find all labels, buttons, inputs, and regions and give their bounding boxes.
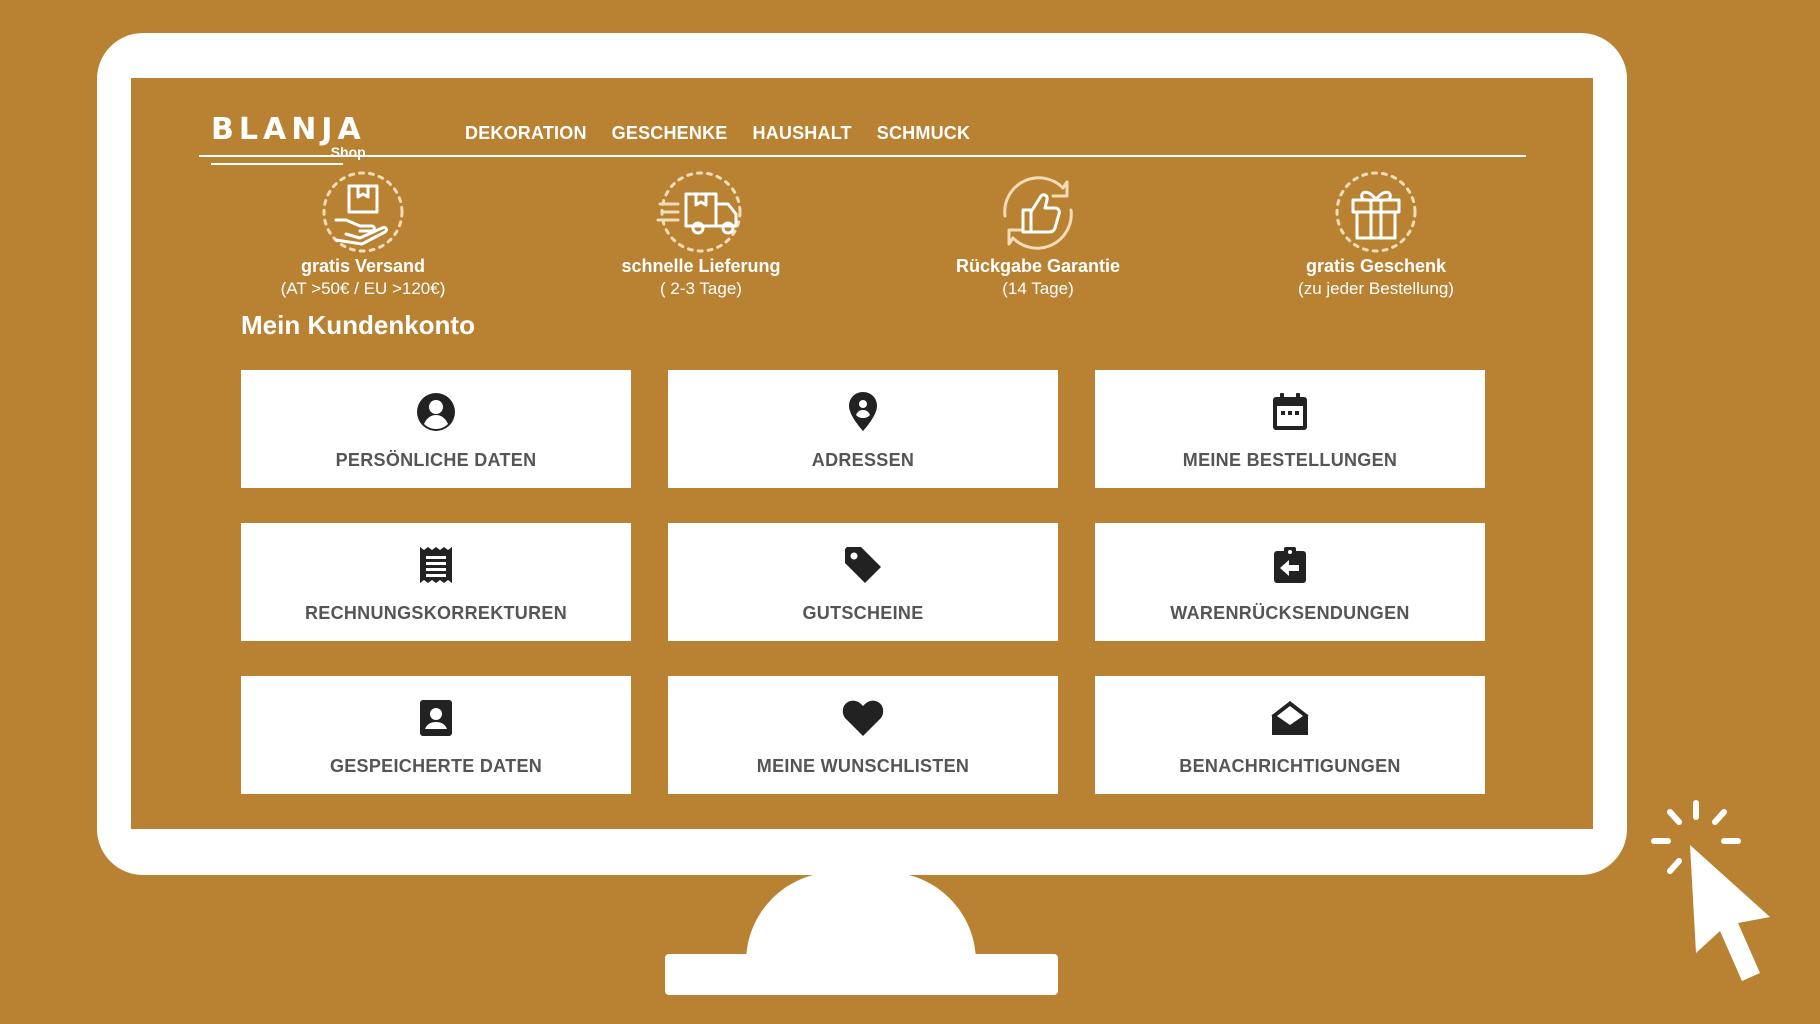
delivery-truck-icon [656,171,742,253]
feature-title: Rückgabe Garantie [955,256,1121,276]
gift-icon [1335,171,1417,253]
tag-icon [845,547,881,583]
card-label: GUTSCHEINE [802,603,924,623]
card-label: MEINE BESTELLUNGEN [1182,450,1398,470]
hand-package-icon [322,171,404,253]
card-saved-data[interactable]: GESPEICHERTE DATEN [241,676,631,794]
feature-subtitle: (AT >50€ / EU >120€) [280,279,446,298]
nav-item-schmuck[interactable]: SCHMUCK [877,123,970,144]
feature-subtitle: ( 2-3 Tage) [660,279,742,298]
card-label: RECHNUNGSKORREKTUREN [304,603,567,623]
feature-fast-delivery: schnelle Lieferung ( 2-3 Tage) [551,170,851,299]
contact-card-icon [420,700,452,736]
card-label: PERSÖNLICHE DATEN [335,450,537,470]
card-my-orders[interactable]: MEINE BESTELLUNGEN [1095,370,1485,488]
feature-title: gratis Versand [300,256,426,276]
main-nav: DEKORATION GESCHENKE HAUSHALT SCHMUCK [465,123,970,144]
card-personal-data[interactable]: PERSÖNLICHE DATEN [241,370,631,488]
feature-return-guarantee: Rückgabe Garantie (14 Tage) [888,170,1188,299]
card-label: BENACHRICHTIGUNGEN [1179,756,1401,776]
nav-item-dekoration[interactable]: DEKORATION [465,123,587,144]
monitor-stand [746,872,976,962]
heart-icon [842,700,884,736]
card-wishlists[interactable]: MEINE WUNSCHLISTEN [668,676,1058,794]
feature-subtitle: (zu jeder Bestellung) [1298,279,1454,298]
user-circle-icon [417,393,455,431]
card-label: MEINE WUNSCHLISTEN [756,756,970,776]
feature-title: schnelle Lieferung [621,256,781,276]
brand-logo[interactable]: BLANJA Shop [211,112,366,165]
header-divider [199,155,1526,157]
return-box-icon [1274,547,1306,583]
feature-free-shipping: gratis Versand (AT >50€ / EU >120€) [213,170,513,299]
thumbs-up-return-icon [1003,176,1073,250]
page-title: Mein Kundenkonto [241,310,475,340]
card-label: ADRESSEN [811,450,915,470]
nav-item-haushalt[interactable]: HAUSHALT [753,123,852,144]
card-addresses[interactable]: ADRESSEN [668,370,1058,488]
card-label: GESPEICHERTE DATEN [329,756,543,776]
card-invoice-corrections[interactable]: RECHNUNGSKORREKTUREN [241,523,631,641]
feature-free-gift: gratis Geschenk (zu jeder Bestellung) [1226,170,1526,299]
feature-subtitle: (14 Tage) [1002,279,1074,298]
card-label: WARENRÜCKSENDUNGEN [1170,603,1410,623]
account-menu-grid: PERSÖNLICHE DATEN ADRESSEN MEINE BESTELL… [241,370,1485,794]
nav-item-geschenke[interactable]: GESCHENKE [612,123,728,144]
card-notifications[interactable]: BENACHRICHTIGUNGEN [1095,676,1485,794]
click-cursor-icon [1651,800,1770,981]
shop-screen: BLANJA Shop DEKORATION GESCHENKE HAUSHAL… [131,78,1593,829]
monitor-stand-base [665,954,1058,995]
receipt-icon [420,547,452,583]
logo-underline [211,163,343,165]
brand-name: BLANJA [211,112,366,147]
card-vouchers[interactable]: GUTSCHEINE [668,523,1058,641]
card-returns[interactable]: WARENRÜCKSENDUNGEN [1095,523,1485,641]
open-envelope-icon [1271,701,1309,735]
feature-title: gratis Geschenk [1305,256,1447,276]
brand-sub: Shop [330,144,366,160]
map-pin-icon [849,392,877,431]
calendar-icon [1273,393,1307,430]
